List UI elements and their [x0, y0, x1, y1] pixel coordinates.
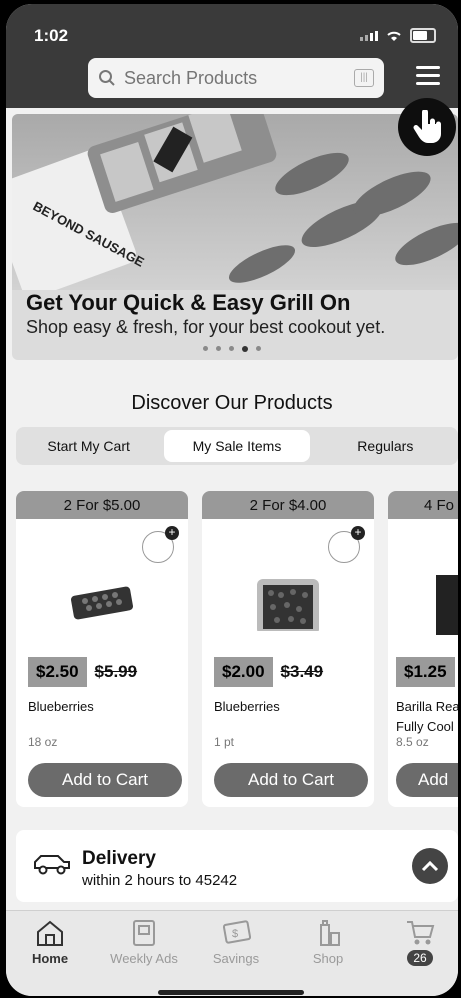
carousel-dot-active[interactable]: [242, 346, 248, 352]
product-image: [436, 575, 458, 635]
weekly-ads-icon: [133, 920, 155, 946]
status-icons: [360, 28, 436, 43]
product-size: 1 pt: [214, 735, 235, 749]
search-input[interactable]: [122, 66, 346, 90]
delivery-title: Delivery: [82, 848, 156, 869]
delivery-subtitle: within 2 hours to 45242: [82, 872, 238, 889]
battery-icon: [410, 28, 436, 43]
add-to-cart-button[interactable]: Add to Cart: [214, 763, 368, 797]
home-icon: [37, 920, 63, 946]
deal-badge: 2 For $5.00: [16, 491, 188, 519]
product-name: Blueberries: [28, 699, 94, 714]
nav-label: Weekly Ads: [110, 951, 178, 966]
app-header: 1:02 |||: [6, 4, 458, 108]
carousel-dot[interactable]: [216, 346, 221, 351]
regular-price: $3.49: [280, 662, 324, 681]
tab-regulars[interactable]: Regulars: [313, 427, 458, 465]
product-name: Blueberries: [214, 699, 280, 714]
add-to-cart-button[interactable]: Add: [396, 763, 458, 797]
banner-subtitle: Shop easy & fresh, for your best cookout…: [26, 317, 386, 337]
bottom-nav: Home Weekly Ads $ Savings Shop 26: [6, 910, 458, 996]
barcode-scan-icon[interactable]: |||: [354, 69, 374, 87]
section-title: Discover Our Products: [131, 392, 333, 414]
nav-label: Shop: [312, 951, 344, 966]
hand-pointer-icon: [398, 98, 456, 156]
product-card[interactable]: 2 For $5.00 $2.50 $5.99 Blueberries 18 o…: [16, 491, 188, 807]
carousel-dot[interactable]: [229, 346, 234, 351]
cart-icon: [407, 921, 435, 945]
price-row: $1.25: [396, 657, 455, 687]
product-name: Barilla Rea: [396, 699, 458, 714]
menu-icon[interactable]: [416, 66, 440, 86]
carousel-dots[interactable]: [6, 346, 458, 352]
nav-savings[interactable]: $ Savings: [198, 919, 274, 966]
product-card[interactable]: 2 For $4.00 $2.00 $3.49 Blueberries 1 pt…: [202, 491, 374, 807]
nav-label: Home: [31, 951, 69, 966]
product-image: [257, 579, 319, 631]
promo-banner[interactable]: BEYOND SAUSAGE Get Your Quick & Easy Gri…: [12, 114, 458, 360]
nav-label: Savings: [212, 951, 260, 966]
search-icon: [99, 70, 115, 86]
add-to-cart-button[interactable]: Add to Cart: [28, 763, 182, 797]
banner-image: BEYOND SAUSAGE: [12, 114, 458, 299]
nav-home[interactable]: Home: [12, 919, 88, 966]
banner-title: Get Your Quick & Easy Grill On: [26, 290, 351, 315]
product-image: [71, 586, 133, 620]
product-tabs: Start My Cart My Sale Items Regulars: [16, 427, 458, 465]
status-time: 1:02: [34, 26, 69, 45]
search-bar[interactable]: |||: [88, 58, 384, 98]
sale-price: $2.00: [214, 657, 273, 687]
sale-price: $1.25: [396, 657, 455, 687]
add-to-list-icon[interactable]: [142, 526, 179, 563]
deal-badge: 2 For $4.00: [202, 491, 374, 519]
price-row: $2.50 $5.99: [28, 657, 137, 687]
home-indicator[interactable]: [158, 990, 304, 995]
add-to-list-icon[interactable]: [328, 526, 365, 563]
svg-text:$: $: [232, 928, 238, 940]
tab-start-my-cart[interactable]: Start My Cart: [16, 427, 161, 465]
delivery-panel[interactable]: Delivery within 2 hours to 45242: [16, 830, 458, 902]
nav-cart[interactable]: 26: [382, 919, 458, 967]
sale-price: $2.50: [28, 657, 87, 687]
nav-weekly-ads[interactable]: Weekly Ads: [106, 919, 182, 966]
product-size: 8.5 oz: [396, 735, 429, 749]
delivery-car-icon: [34, 855, 70, 875]
carousel-dot[interactable]: [203, 346, 208, 351]
wifi-icon: [387, 31, 401, 41]
deal-badge: 4 Fo: [388, 491, 458, 519]
product-card[interactable]: 4 Fo $1.25 Barilla Rea Fully Cool 8.5 oz…: [388, 491, 458, 807]
product-size: 18 oz: [28, 735, 58, 749]
app-screen: 1:02 ||| BEYOND SAUSAGE: [6, 4, 458, 996]
savings-icon: $: [222, 920, 252, 944]
signal-icon: [360, 30, 378, 41]
price-row: $2.00 $3.49: [214, 657, 323, 687]
tab-my-sale-items[interactable]: My Sale Items: [164, 430, 310, 462]
shop-icon: [320, 920, 340, 946]
nav-shop[interactable]: Shop: [290, 919, 366, 966]
cart-count-badge: 26: [407, 950, 433, 966]
chevron-up-icon[interactable]: [412, 848, 448, 884]
regular-price: $5.99: [94, 662, 138, 681]
product-name-line2: Fully Cool: [396, 719, 454, 734]
carousel-dot[interactable]: [256, 346, 261, 351]
